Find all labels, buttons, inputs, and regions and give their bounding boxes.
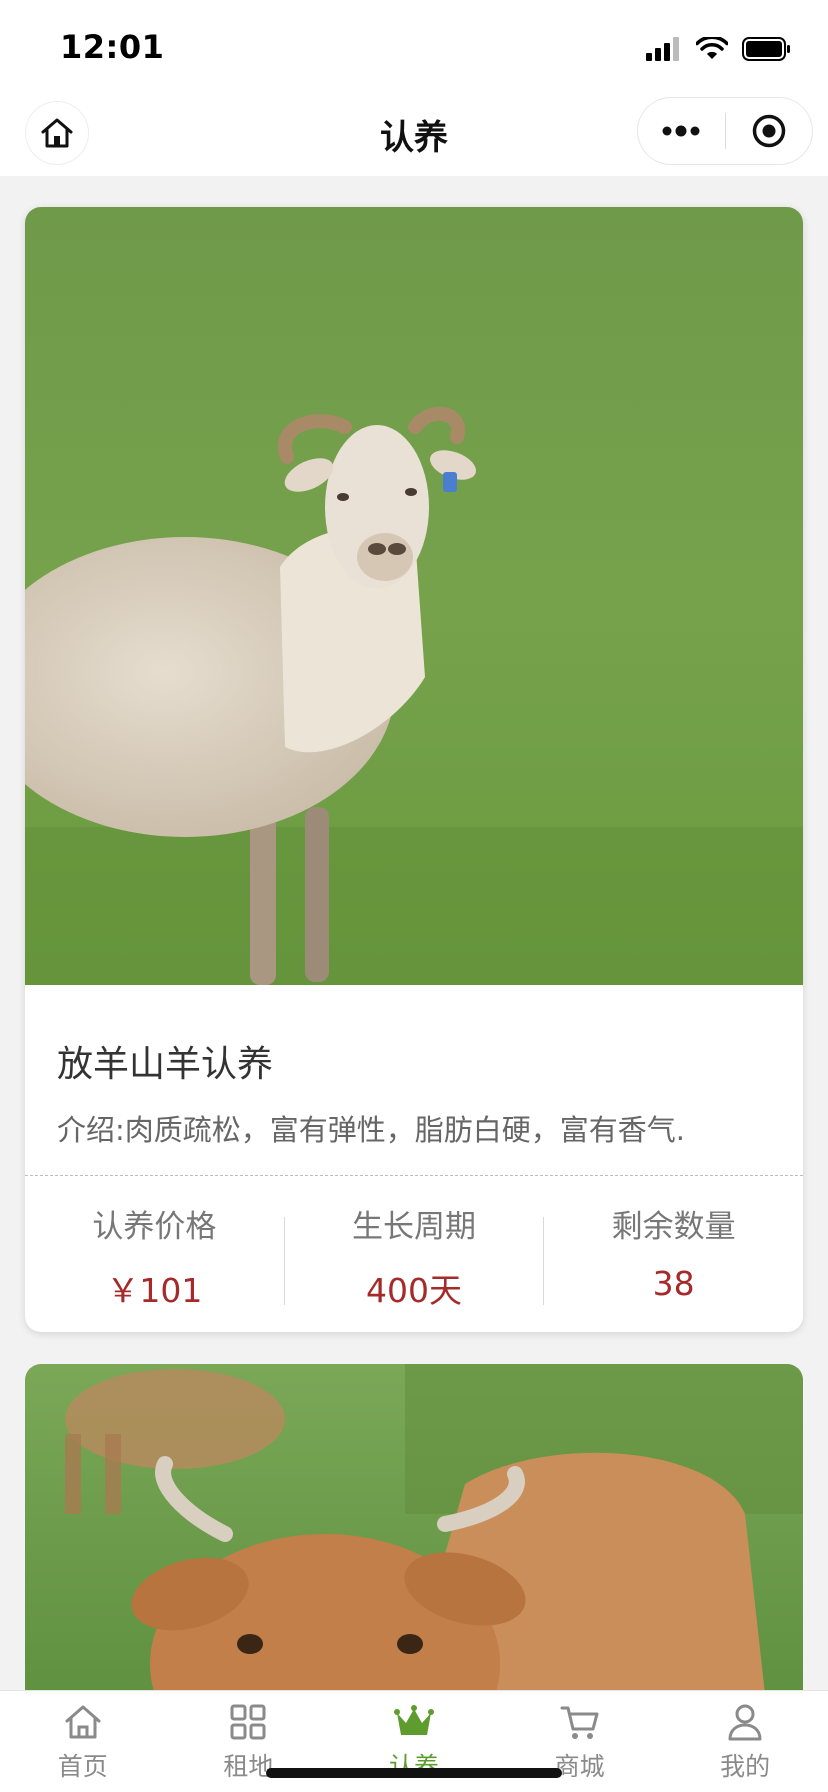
crown-icon [393, 1705, 434, 1735]
home-icon [65, 1705, 101, 1739]
stat-label: 生长周期 [352, 1209, 476, 1245]
more-dots-icon [662, 125, 700, 137]
tab-label: 租地 [223, 1752, 274, 1781]
stat-growth-cycle: 生长周期 400天 [285, 1175, 544, 1332]
status-time: 12:01 [60, 28, 165, 66]
battery-icon [742, 37, 790, 61]
cattle-photo [25, 1364, 803, 1792]
tab-mine[interactable]: 我的 [662, 1691, 828, 1792]
screen: 12:01 认养 放羊山羊认养 介绍:肉质疏松，富有弹性，脂肪白硬，富有香气. … [0, 0, 828, 1792]
more-button[interactable] [638, 98, 725, 164]
status-bar: 12:01 [0, 0, 828, 92]
card-description: 介绍:肉质疏松，富有弹性，脂肪白硬，富有香气. [57, 1113, 685, 1147]
tab-label: 商城 [554, 1752, 605, 1781]
stat-label: 认养价格 [92, 1209, 217, 1245]
sheep-photo [25, 207, 803, 985]
mini-program-capsule [638, 98, 812, 164]
card-title: 放羊山羊认养 [57, 1044, 274, 1085]
tab-label: 首页 [57, 1752, 108, 1781]
target-circle-icon [752, 114, 785, 148]
tab-home[interactable]: 首页 [0, 1691, 166, 1792]
stat-value: ￥101 [106, 1271, 203, 1310]
stat-value: 38 [652, 1264, 695, 1303]
close-miniprogram-button[interactable] [726, 98, 813, 164]
stats-row: 认养价格 ￥101 生长周期 400天 剩余数量 38 [25, 1175, 803, 1332]
tab-label: 我的 [720, 1752, 771, 1781]
grid-icon [230, 1704, 266, 1740]
stat-value: 400天 [366, 1271, 462, 1310]
user-icon [728, 1704, 762, 1741]
cellular-signal-icon [646, 37, 679, 61]
adoption-card[interactable]: 放羊山羊认养 介绍:肉质疏松，富有弹性，脂肪白硬，富有香气. 认养价格 ￥101… [25, 207, 803, 1332]
stat-label: 剩余数量 [611, 1209, 736, 1245]
stat-price: 认养价格 ￥101 [25, 1175, 284, 1332]
status-icons [646, 34, 792, 64]
home-indicator[interactable] [266, 1768, 562, 1778]
wifi-icon [696, 37, 728, 59]
navigation-bar: 认养 [0, 92, 828, 176]
stat-remaining: 剩余数量 38 [544, 1175, 803, 1332]
cart-icon [560, 1706, 599, 1739]
